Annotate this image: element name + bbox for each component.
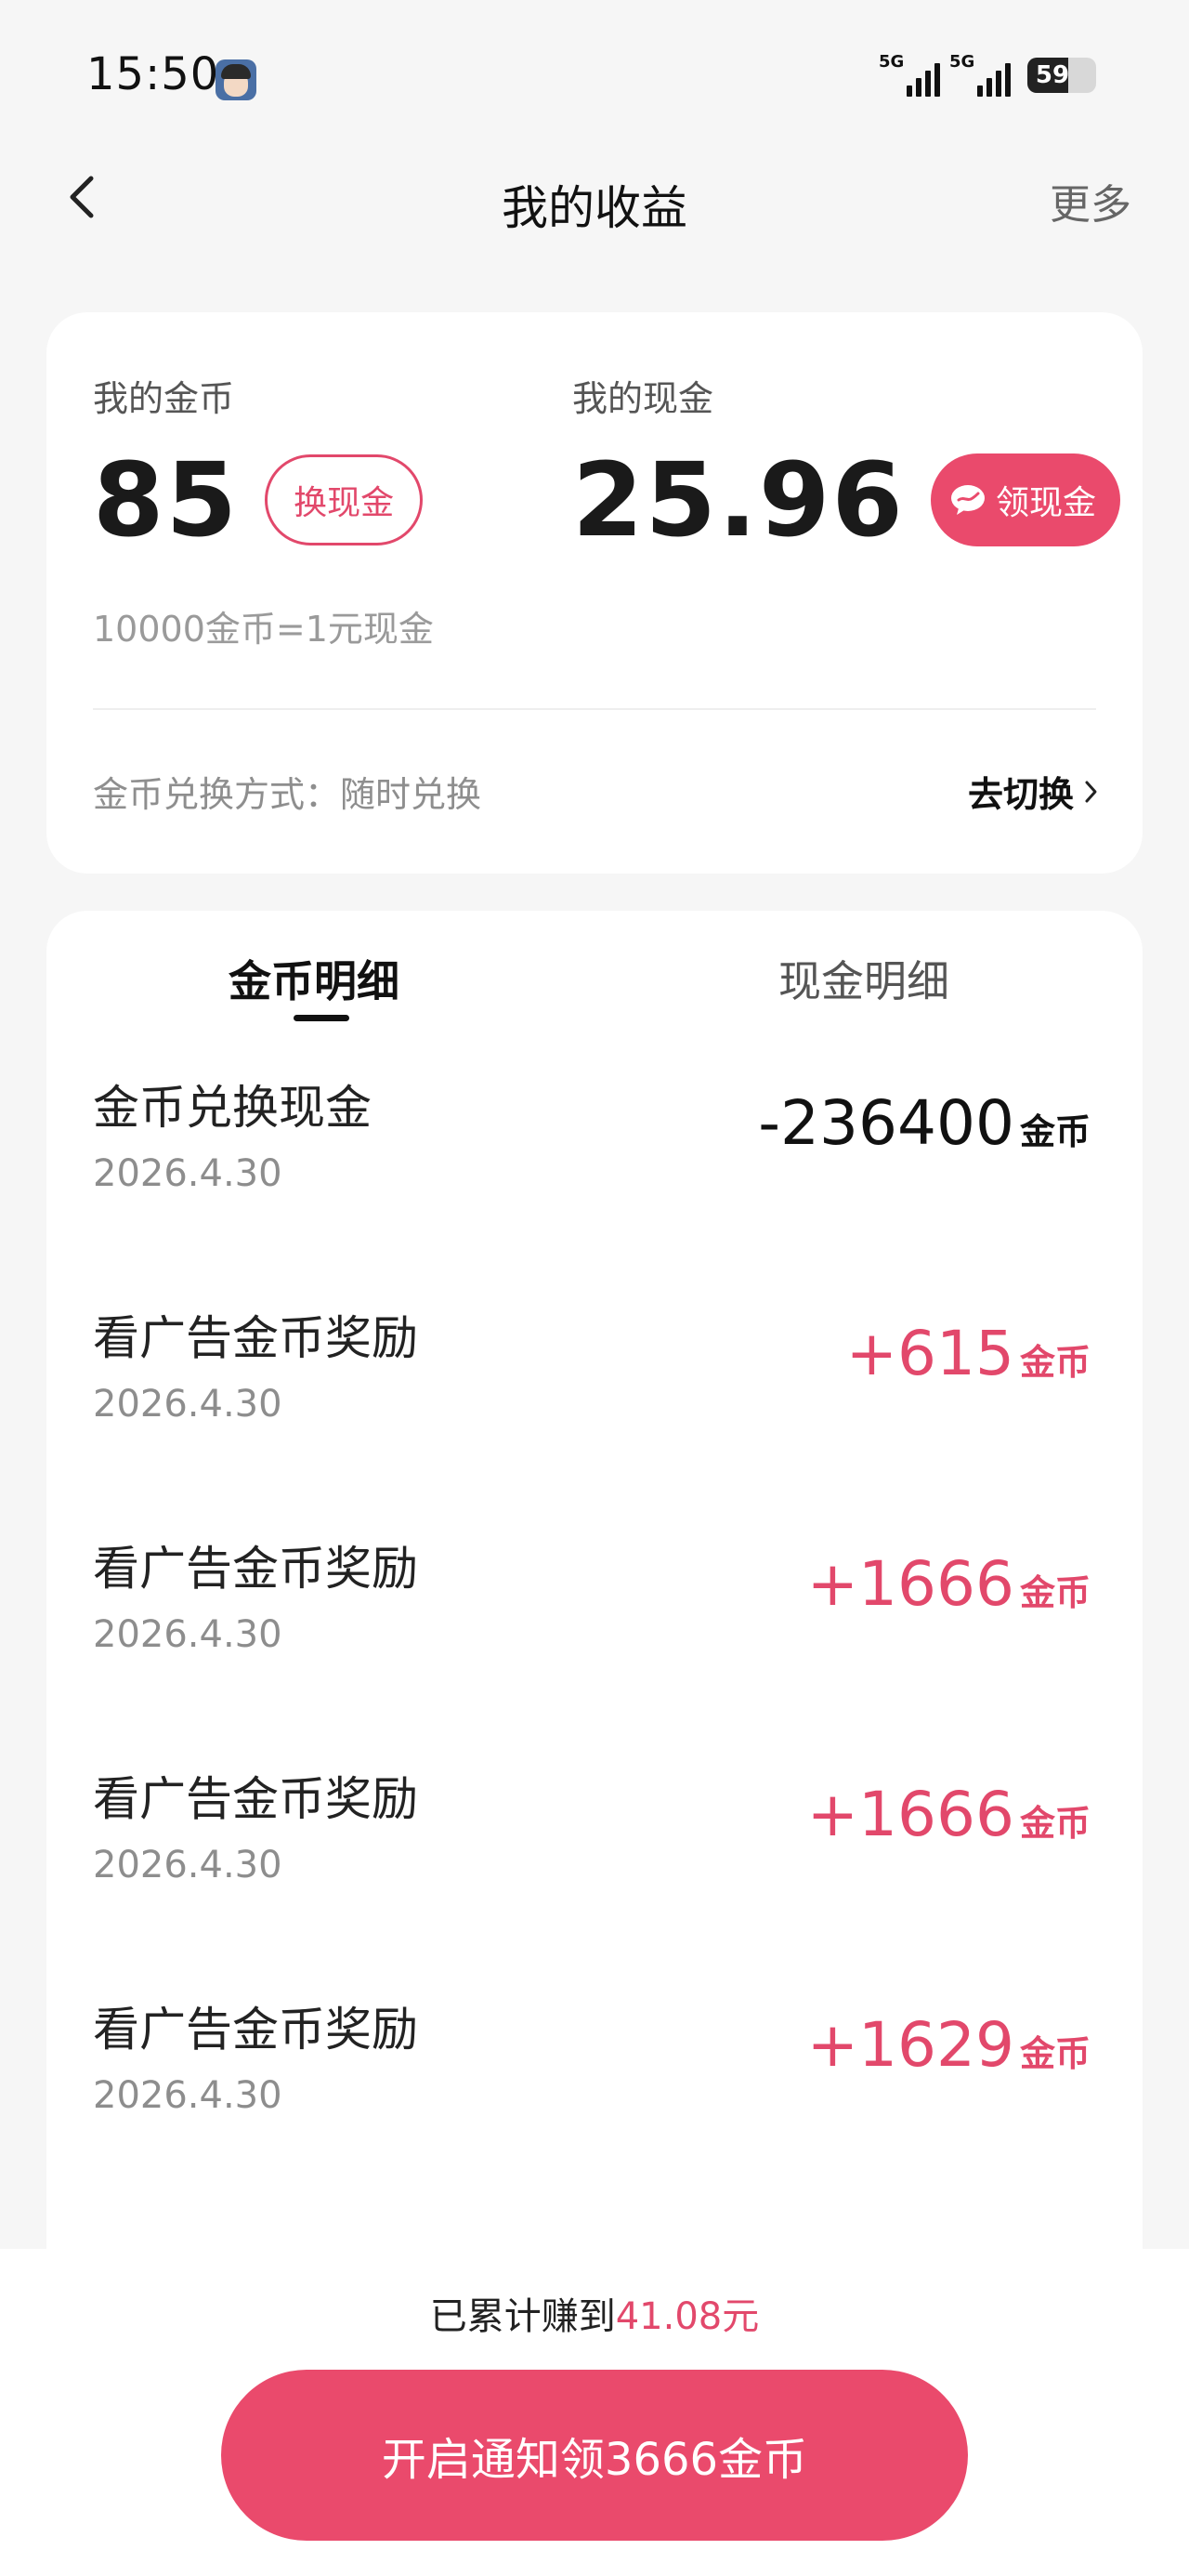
- coins-value: 85: [93, 440, 240, 559]
- total-earned-text: 已累计赚到41.08元: [0, 2286, 1189, 2340]
- details-card: 金币明细 现金明细 金币兑换现金 2026.4.30 -236400 金币 看广告金币奖…: [46, 911, 1143, 2258]
- record-date: 2026.4.30: [93, 1383, 282, 1426]
- withdraw-label: 领现金: [995, 484, 1096, 522]
- amount-unit: 金币: [1019, 1342, 1091, 1383]
- detail-tabs: 金币明细 现金明细: [46, 911, 1143, 1050]
- exchange-rate-text: 10000金币=1元现金: [93, 609, 434, 650]
- status-bar: 15:50 5G 5G 59: [0, 0, 1189, 139]
- record-amount: +615 金币: [846, 1318, 1091, 1389]
- switch-mode-link[interactable]: 去切换: [968, 766, 1100, 817]
- exchange-cash-button[interactable]: 换现金: [265, 454, 424, 545]
- amount-value: +1666: [806, 1779, 1014, 1850]
- balance-card: 我的金币 85 换现金 我的现金 25.96 领现金 10000金币=1元现金 …: [46, 312, 1143, 874]
- page-title: 我的收益: [502, 181, 687, 235]
- top-nav: 我的收益 更多: [0, 149, 1189, 245]
- amount-unit: 金币: [1019, 2033, 1091, 2074]
- record-amount: -236400 金币: [758, 1087, 1091, 1159]
- list-item[interactable]: 看广告金币奖励 2026.4.30 +1666 金币: [46, 1511, 1143, 1741]
- signal-5g-icon: 5G: [949, 52, 1011, 97]
- amount-unit: 金币: [1019, 1572, 1091, 1613]
- record-list: 金币兑换现金 2026.4.30 -236400 金币 看广告金币奖励 2026.4.30…: [46, 1050, 1143, 2202]
- status-time: 15:50: [86, 48, 220, 100]
- enable-notification-button[interactable]: 开启通知领3666金币: [221, 2370, 968, 2541]
- list-item[interactable]: 看广告金币奖励 2026.4.30 +1666 金币: [46, 1741, 1143, 1972]
- tab-coin-details[interactable]: 金币明细: [229, 948, 399, 1009]
- battery-icon: 59: [1027, 58, 1096, 93]
- signal-5g-icon: 5G: [879, 52, 940, 97]
- list-item[interactable]: 看广告金币奖励 2026.4.30 +1629 金币: [46, 1972, 1143, 2202]
- withdraw-cash-button[interactable]: 领现金: [930, 453, 1120, 546]
- record-date: 2026.4.30: [93, 1613, 282, 1656]
- earned-prefix: 已累计赚到: [429, 2295, 616, 2338]
- amount-value: -236400: [758, 1087, 1014, 1159]
- signal-label: 5G: [879, 52, 905, 72]
- record-date: 2026.4.30: [93, 2074, 282, 2117]
- coins-section: 我的金币 85 换现金: [93, 370, 424, 559]
- record-amount: +1666 金币: [807, 1548, 1091, 1620]
- more-button[interactable]: 更多: [1050, 171, 1131, 230]
- active-tab-indicator: [294, 1015, 349, 1021]
- signal-label: 5G: [949, 52, 975, 72]
- amount-unit: 金币: [1019, 1111, 1091, 1152]
- record-title: 看广告金币奖励: [93, 1311, 418, 1365]
- divider: [93, 708, 1096, 710]
- amount-value: +1666: [806, 1548, 1014, 1620]
- earned-amount: 41.08元: [615, 2295, 760, 2338]
- record-title: 看广告金币奖励: [93, 1542, 418, 1596]
- chevron-right-icon: [1085, 781, 1097, 802]
- record-date: 2026.4.30: [93, 1152, 282, 1195]
- record-title: 金币兑换现金: [93, 1081, 372, 1135]
- bottom-bar: 已累计赚到41.08元 开启通知领3666金币: [0, 2249, 1189, 2576]
- cash-label: 我的现金: [572, 378, 714, 419]
- record-title: 看广告金币奖励: [93, 1772, 418, 1826]
- switch-label: 去切换: [967, 774, 1074, 815]
- cash-section: 我的现金 25.96 领现金: [572, 370, 1120, 551]
- wechat-icon: [950, 485, 985, 515]
- notification-avatar-icon: [216, 59, 256, 100]
- tab-cash-details[interactable]: 现金明细: [778, 948, 949, 1009]
- list-item[interactable]: 看广告金币奖励 2026.4.30 +615 金币: [46, 1281, 1143, 1511]
- exchange-mode-text: 金币兑换方式：随时兑换: [93, 774, 482, 815]
- amount-value: +1629: [806, 2009, 1014, 2081]
- battery-level: 59: [1035, 61, 1070, 89]
- amount-value: +615: [845, 1318, 1014, 1389]
- list-item[interactable]: 金币兑换现金 2026.4.30 -236400 金币: [46, 1050, 1143, 1281]
- record-amount: +1666 金币: [807, 1779, 1091, 1850]
- record-amount: +1629 金币: [807, 2009, 1091, 2081]
- cash-value: 25.96: [572, 440, 905, 559]
- status-icons: 5G 5G 59: [879, 52, 1096, 97]
- coins-label: 我的金币: [93, 378, 235, 419]
- amount-unit: 金币: [1019, 1803, 1091, 1844]
- record-date: 2026.4.30: [93, 1844, 282, 1886]
- record-title: 看广告金币奖励: [93, 2003, 418, 2057]
